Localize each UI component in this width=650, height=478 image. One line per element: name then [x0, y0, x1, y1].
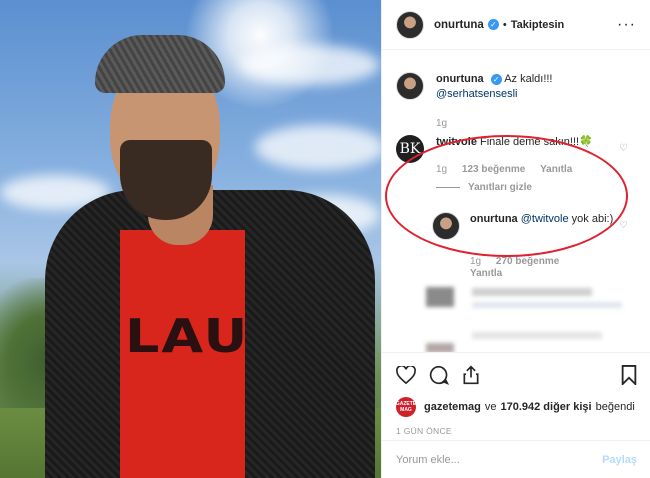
comment-box: Paylaş: [382, 440, 650, 478]
like-count[interactable]: 270 beğenme: [496, 256, 559, 267]
likes-connector: ve: [484, 401, 497, 413]
shirt-print: LAU: [125, 309, 250, 364]
gazetemag-avatar[interactable]: GAZETE MAG: [396, 397, 416, 417]
highlight-oval: [385, 135, 628, 257]
author-username[interactable]: onurtuna: [434, 19, 484, 31]
likes-summary: GAZETE MAG gazetemag ve 170.942 diğer ki…: [396, 397, 637, 417]
cloud: [240, 45, 380, 85]
liker-username[interactable]: gazetemag: [424, 401, 481, 413]
more-options-icon[interactable]: ···: [617, 16, 636, 34]
comment-icon[interactable]: [429, 365, 449, 385]
flat-cap: [95, 35, 225, 93]
author-avatar[interactable]: [396, 10, 424, 39]
mention-link[interactable]: @serhatsenseslі: [436, 88, 517, 100]
verified-icon: ✓: [490, 74, 502, 85]
blurred-avatar: [426, 287, 454, 307]
like-heart-icon[interactable]: ♡: [619, 143, 629, 154]
post-side-panel: onurtuna ✓ • Takiptesin ··· onurtuna ✓ A…: [381, 0, 650, 478]
comment-meta: 1g 270 beğenme: [470, 256, 559, 267]
author-avatar[interactable]: [396, 72, 424, 100]
blurred-text: [472, 288, 592, 296]
bookmark-icon[interactable]: [621, 365, 637, 385]
comment-text: Az kaldı!!!: [504, 73, 553, 85]
cloud: [255, 125, 381, 170]
post-comment-button[interactable]: Paylaş: [602, 454, 637, 466]
reply-button[interactable]: Yanıtla: [470, 268, 502, 279]
blurred-text: [472, 332, 602, 339]
action-icons: [396, 363, 637, 387]
comment-age[interactable]: 1g: [470, 256, 481, 267]
likes-suffix: beğendi: [595, 401, 635, 413]
post-header: onurtuna ✓ • Takiptesin ···: [382, 0, 650, 50]
blurred-avatar: [426, 343, 454, 352]
verified-icon: ✓: [487, 19, 499, 30]
like-heart-icon[interactable]: ♡: [619, 220, 629, 231]
comment-username[interactable]: onurtuna: [436, 73, 484, 85]
likes-count[interactable]: 170.942 diğer kişi: [500, 401, 591, 413]
comments-list: onurtuna ✓ Az kaldı!!! @serhatsenseslі 1…: [382, 50, 650, 352]
heart-icon[interactable]: [396, 366, 416, 384]
share-icon[interactable]: [462, 365, 480, 385]
post-timestamp[interactable]: 1 GÜN ÖNCE: [396, 426, 637, 436]
blurred-text: [472, 302, 622, 308]
comment-input[interactable]: [396, 453, 603, 466]
post-photo[interactable]: LAU: [0, 0, 381, 478]
post-actions: GAZETE MAG gazetemag ve 170.942 diğer ki…: [382, 352, 650, 436]
follow-status-button[interactable]: Takiptesin: [511, 19, 565, 31]
separator-dot: •: [502, 18, 507, 31]
caption-comment: onurtuna ✓ Az kaldı!!! @serhatsenseslі: [396, 72, 552, 102]
comment-age[interactable]: 1g: [436, 118, 447, 129]
